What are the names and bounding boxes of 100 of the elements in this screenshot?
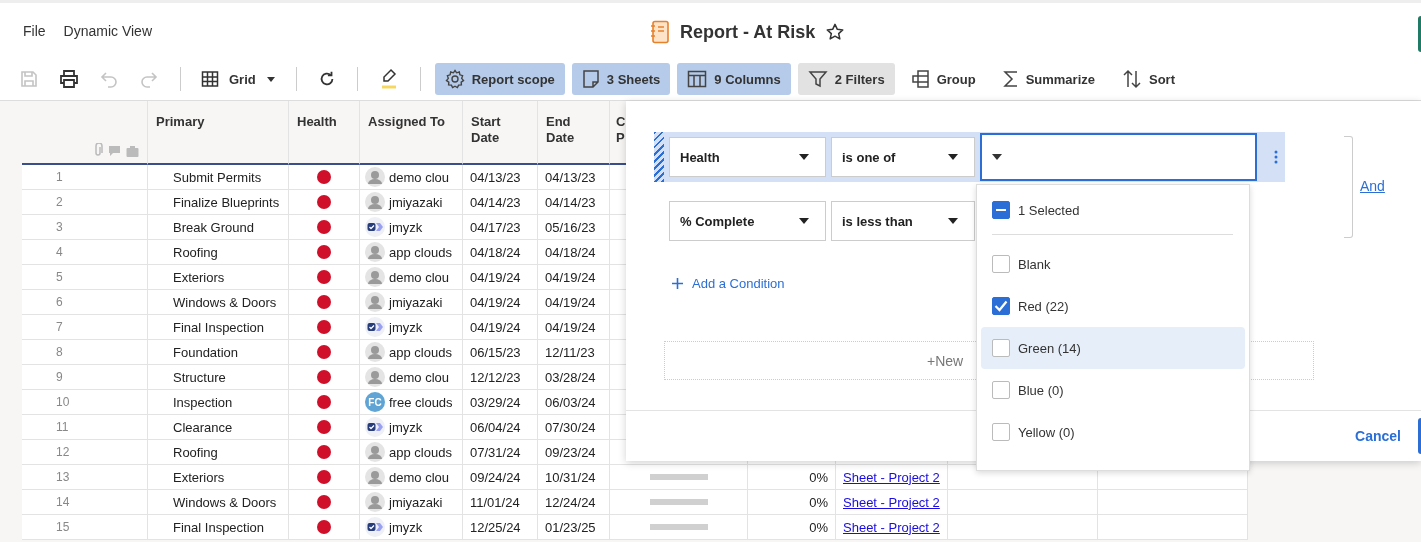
- table-cell: Structure: [148, 365, 289, 390]
- table-cell: Submit Permits: [148, 165, 289, 190]
- column-header[interactable]: Primary: [148, 101, 289, 165]
- column-header[interactable]: End Date: [538, 101, 610, 165]
- table-cell: Final Inspection: [148, 315, 289, 340]
- field-dropdown[interactable]: Health: [669, 137, 826, 177]
- table-cell: Break Ground: [148, 215, 289, 240]
- assignee-name: jmiyazaki: [389, 294, 443, 310]
- table-cell: 03/29/24: [463, 390, 538, 415]
- grid-icon: [201, 70, 219, 88]
- avatar-icon: [365, 292, 385, 312]
- assignee-name: app clouds: [389, 444, 452, 460]
- table-cell: Exteriors: [148, 265, 289, 290]
- checkbox[interactable]: [992, 255, 1010, 273]
- toolbar-button[interactable]: 2 Filters: [797, 63, 895, 95]
- table-cell: 0%: [809, 519, 828, 535]
- group-icon: [911, 69, 930, 89]
- row-number: 5: [22, 265, 148, 290]
- dropdown-option[interactable]: Green (14): [981, 327, 1245, 369]
- toolbar-button[interactable]: Group: [901, 63, 986, 95]
- table-cell: 04/13/23: [538, 165, 610, 190]
- avatar-icon: [365, 442, 385, 462]
- print-icon[interactable]: [59, 69, 79, 89]
- report-title: Report - At Risk: [680, 21, 816, 43]
- table-cell: 06/15/23: [463, 340, 538, 365]
- plus-icon: [672, 278, 683, 289]
- sheet-link[interactable]: Sheet - Project 2: [843, 494, 940, 510]
- row-number: 9: [22, 365, 148, 390]
- row-number: 8: [22, 340, 148, 365]
- sort-icon: [1122, 69, 1142, 89]
- sheet-link[interactable]: Sheet - Project 2: [843, 469, 940, 485]
- checkbox[interactable]: [992, 297, 1010, 315]
- new-group-label[interactable]: +New: [927, 352, 964, 369]
- table-cell: Exteriors: [148, 465, 289, 490]
- table-cell: 09/24/24: [463, 465, 538, 490]
- dropdown-option[interactable]: Yellow (0): [981, 411, 1245, 453]
- avatar-icon: [365, 267, 385, 287]
- cancel-button[interactable]: Cancel: [1355, 424, 1401, 448]
- avatar-icon: [365, 167, 385, 187]
- table-cell: Inspection: [148, 390, 289, 415]
- caret-icon: [799, 217, 809, 225]
- add-condition-button[interactable]: Add a Condition: [672, 276, 785, 291]
- menu-item[interactable]: File: [23, 22, 46, 39]
- star-icon[interactable]: [825, 22, 846, 42]
- toolbar-button[interactable]: Summarize: [992, 63, 1105, 95]
- filter-icon: [807, 69, 828, 89]
- more-icon[interactable]: [1274, 150, 1278, 164]
- table-cell: 03/28/24: [538, 365, 610, 390]
- table-cell: 04/19/24: [463, 315, 538, 340]
- view-dropdown[interactable]: Grid: [195, 66, 282, 92]
- assignee-name: jmyzk: [389, 319, 423, 335]
- table-cell: 04/18/24: [463, 240, 538, 265]
- table-cell: Foundation: [148, 340, 289, 365]
- row-number: 1: [22, 165, 148, 190]
- table-cell: 04/18/24: [538, 240, 610, 265]
- operator-dropdown[interactable]: is less than: [831, 201, 975, 241]
- dropdown-option[interactable]: Blank: [981, 243, 1245, 285]
- table-cell: 12/24/24: [538, 490, 610, 515]
- caret-icon: [948, 153, 958, 161]
- column-header[interactable]: Health: [289, 101, 360, 165]
- checkbox[interactable]: [992, 423, 1010, 441]
- caret-icon: [265, 74, 276, 84]
- selection-summary: 1 Selected: [1018, 202, 1080, 218]
- table-cell: 09/23/24: [538, 440, 610, 465]
- caret-icon: [948, 217, 958, 225]
- table-cell: 04/19/24: [538, 290, 610, 315]
- dropdown-option[interactable]: Red (22): [981, 285, 1245, 327]
- assignee-name: jmyzk: [389, 419, 423, 435]
- table-cell: 06/03/24: [538, 390, 610, 415]
- table-cell: 0%: [809, 469, 828, 485]
- sigma-icon: [1002, 69, 1019, 89]
- row-number: 11: [22, 415, 148, 440]
- dropdown-option[interactable]: Blue (0): [981, 369, 1245, 411]
- operator-dropdown[interactable]: is one of: [831, 137, 975, 177]
- notebook-icon: [650, 20, 670, 44]
- checkbox[interactable]: [992, 381, 1010, 399]
- table-cell: 04/19/24: [463, 290, 538, 315]
- checkbox[interactable]: [992, 339, 1010, 357]
- table-cell: 12/12/23: [463, 365, 538, 390]
- conjunction-link[interactable]: And: [1360, 178, 1385, 194]
- table-cell: 0%: [809, 494, 828, 510]
- toolbar-button[interactable]: Sort: [1112, 63, 1185, 95]
- toolbar-button[interactable]: 3 Sheets: [571, 63, 671, 95]
- row-number: 2: [22, 190, 148, 215]
- table-cell: 11/01/24: [463, 490, 538, 515]
- value-dropdown[interactable]: [980, 133, 1257, 181]
- avatar: FC: [365, 392, 385, 412]
- table-cell: 04/19/24: [463, 265, 538, 290]
- menu-item[interactable]: Dynamic View: [63, 22, 152, 39]
- column-header[interactable]: Start Date: [463, 101, 538, 165]
- table-cell: 12/25/24: [463, 515, 538, 540]
- row-number: 7: [22, 315, 148, 340]
- toolbar-button[interactable]: Report scope: [434, 63, 565, 95]
- assignee-name: demo clou: [389, 469, 449, 485]
- toolbar-button[interactable]: 9 Columns: [677, 63, 791, 95]
- table-cell: 04/17/23: [463, 215, 538, 240]
- field-dropdown[interactable]: % Complete: [669, 201, 826, 241]
- checkbox[interactable]: [992, 201, 1010, 219]
- column-header[interactable]: Assigned To: [360, 101, 463, 165]
- sheet-link[interactable]: Sheet - Project 2: [843, 519, 940, 535]
